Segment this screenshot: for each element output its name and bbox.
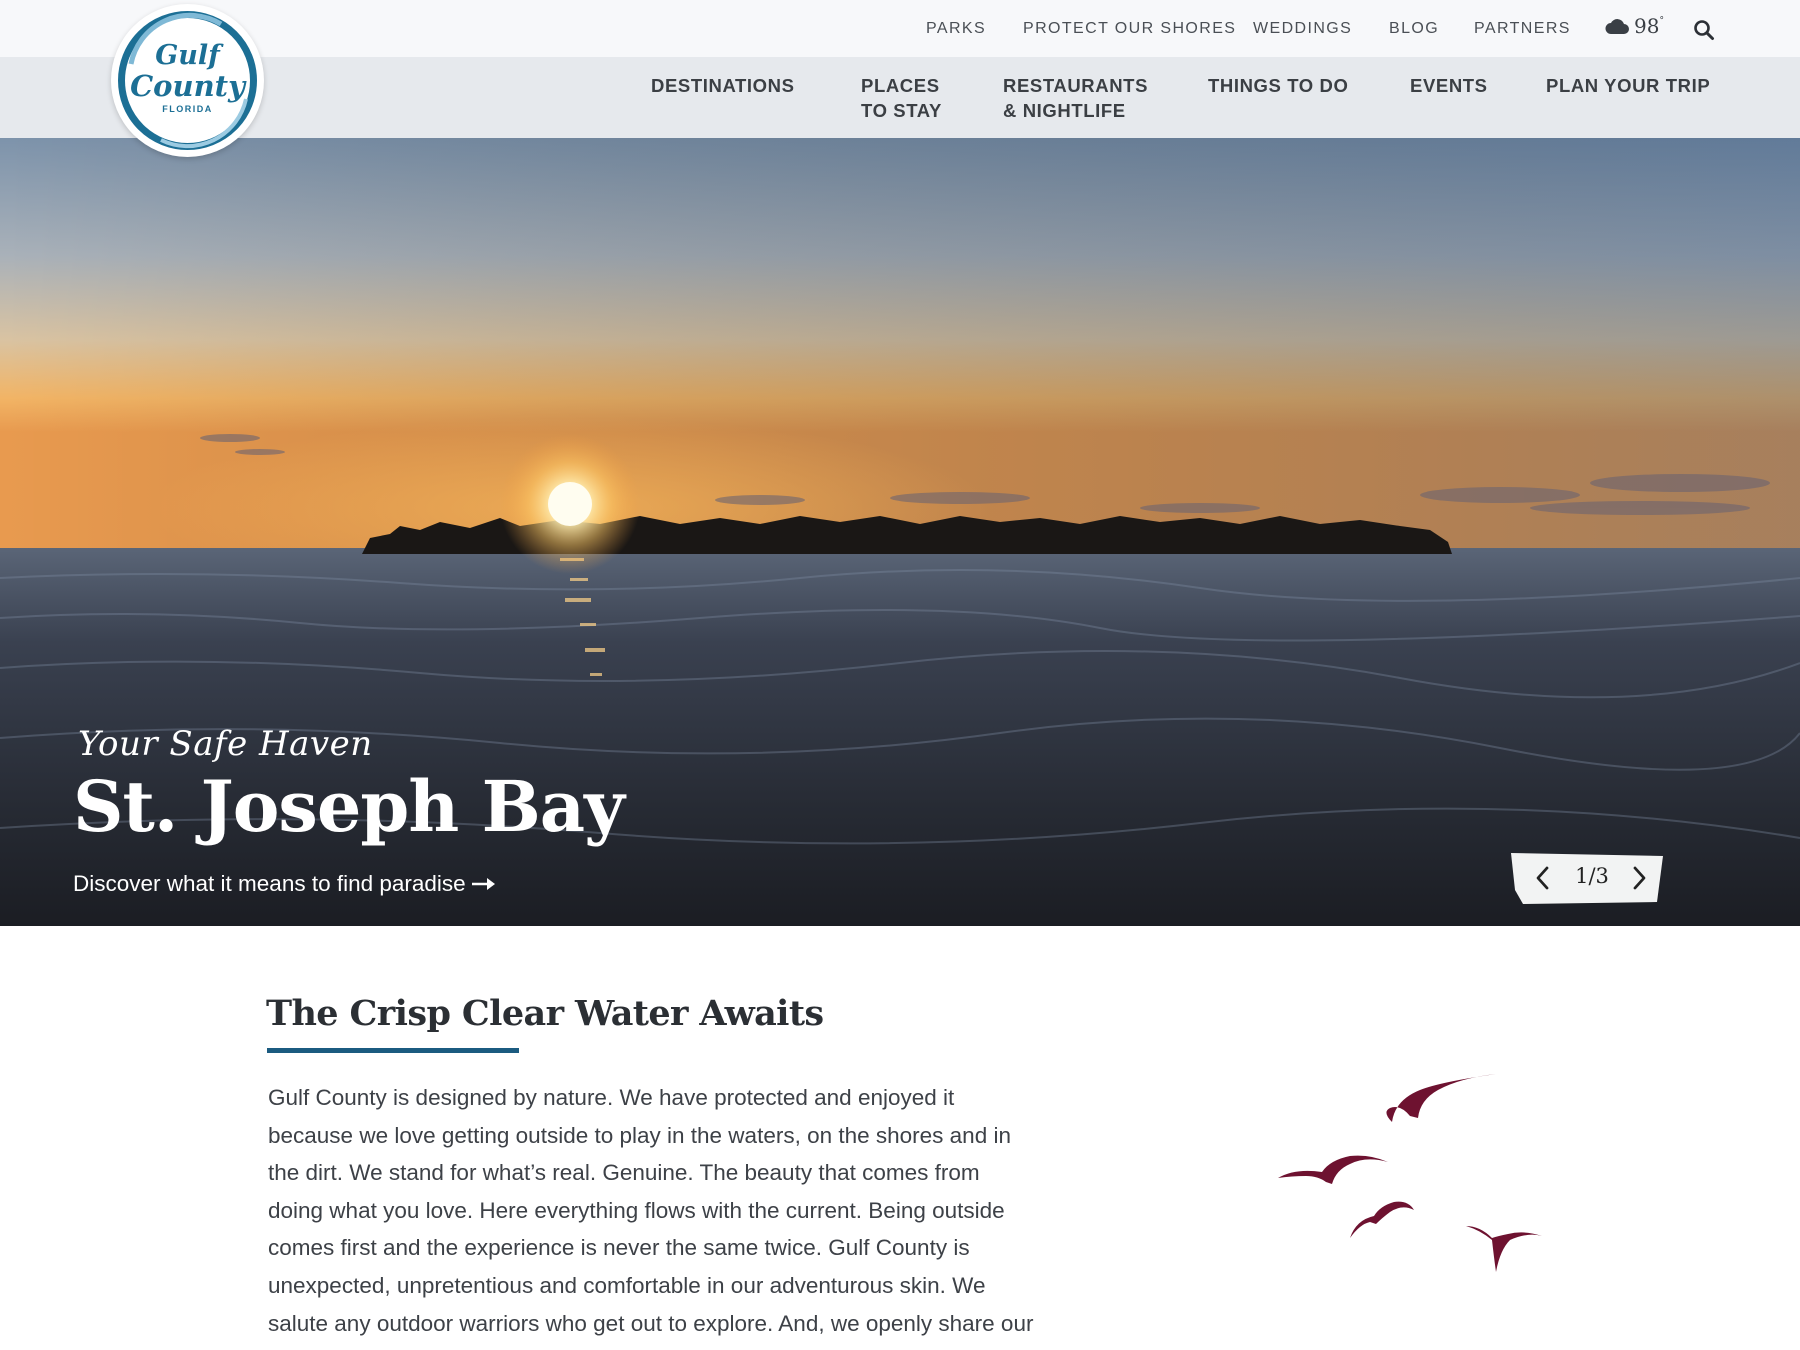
nav-label: PLAN YOUR TRIP	[1546, 75, 1711, 96]
nav-events[interactable]: EVENTS	[1410, 73, 1488, 98]
logo-text-florida: FLORIDA	[162, 104, 213, 114]
section-title: The Crisp Clear Water Awaits	[266, 993, 824, 1034]
arrow-right-icon	[471, 878, 495, 890]
slide-counter: 1/3	[1575, 864, 1609, 888]
paragraph-line: doing what you love. Here everything flo…	[268, 1197, 1005, 1223]
paragraph-line: comes first and the experience is never …	[268, 1235, 970, 1261]
nav-things-to-do[interactable]: THINGS TO DO	[1208, 73, 1348, 98]
nav-destinations[interactable]: DESTINATIONS	[651, 73, 795, 98]
site-logo[interactable]: Gulf County FLORIDA	[111, 4, 264, 157]
paragraph-line: unexpected, unpretentious and comfortabl…	[268, 1272, 986, 1298]
nav-label: EVENTS	[1410, 75, 1488, 96]
utility-link-partners[interactable]: PARTNERS	[1474, 20, 1571, 38]
chevron-right-icon	[1633, 866, 1646, 890]
title-underline	[267, 1048, 519, 1053]
utility-link-protect-our-shores[interactable]: PROTECT OUR SHORES	[1023, 20, 1236, 38]
chevron-left-icon	[1536, 866, 1549, 890]
seagulls-illustration-icon	[1278, 1074, 1542, 1272]
cloud-icon	[1605, 19, 1629, 34]
nav-plan-your-trip[interactable]: PLAN YOUR TRIP	[1546, 73, 1710, 98]
nav-restaurants-nightlife[interactable]: RESTAURANTS & NIGHTLIFE	[1003, 73, 1148, 123]
nav-label-line2: TO STAY	[861, 100, 942, 121]
paragraph-line: Gulf County is designed by nature. We ha…	[268, 1085, 955, 1110]
hero-discover-link[interactable]: Discover what it means to find paradise	[73, 871, 498, 897]
hero-link-text: Discover what it means to find paradise	[73, 871, 466, 896]
nav-label-line2: & NIGHTLIFE	[1003, 100, 1126, 121]
utility-link-blog[interactable]: BLOG	[1389, 20, 1439, 38]
hero-script-tagline: Your Safe Haven	[78, 724, 373, 764]
search-icon[interactable]	[1693, 19, 1715, 46]
paragraph-line: because we love getting outside to play …	[268, 1122, 1011, 1148]
slide-prev-button[interactable]	[1531, 864, 1555, 892]
weather-widget[interactable]: 98°	[1605, 14, 1664, 38]
nav-label: PLACES	[861, 75, 940, 96]
slider-controls: 1/3	[1507, 850, 1667, 906]
intro-paragraph: Gulf County is designed by nature. We ha…	[268, 1079, 1148, 1342]
nav-places-to-stay[interactable]: PLACES TO STAY	[861, 73, 942, 123]
nav-label: THINGS TO DO	[1208, 75, 1349, 96]
weather-temperature: 98°	[1634, 14, 1664, 38]
paragraph-line: salute any outdoor warriors who get out …	[268, 1310, 1034, 1336]
utility-link-weddings[interactable]: WEDDINGS	[1253, 20, 1352, 38]
hero-slider: Your Safe Haven St. Joseph Bay Discover …	[0, 138, 1800, 926]
logo-text-gulf: Gulf	[155, 40, 220, 71]
nav-label: DESTINATIONS	[651, 75, 795, 96]
logo-text-county: County	[130, 69, 245, 103]
nav-label: RESTAURANTS	[1003, 75, 1149, 96]
utility-link-parks[interactable]: PARKS	[926, 20, 986, 38]
slide-next-button[interactable]	[1627, 864, 1651, 892]
hero-title: St. Joseph Bay	[73, 765, 625, 848]
paragraph-line: the dirt. We stand for what’s real. Genu…	[268, 1160, 980, 1186]
